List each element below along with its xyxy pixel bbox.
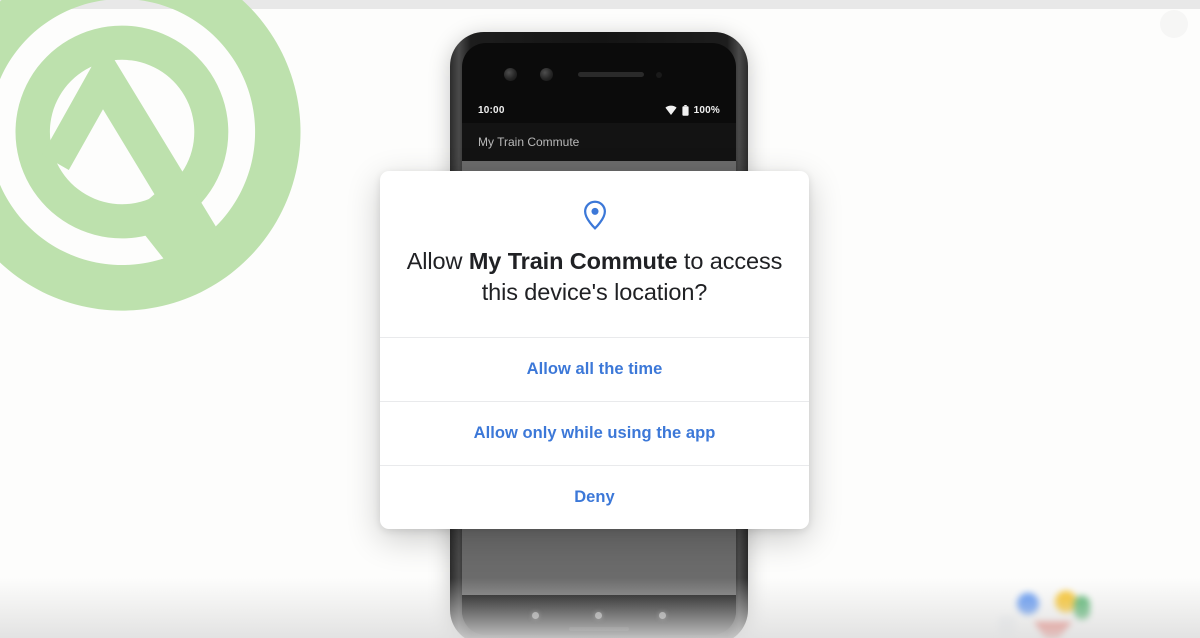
google-logo	[998, 591, 1090, 638]
allow-while-using-app-button[interactable]: Allow only while using the app	[380, 400, 809, 465]
front-camera-icon	[504, 68, 517, 81]
earpiece-speaker-icon	[578, 72, 644, 77]
slide-canvas: 10:00 100% My Train Commute Allow My Tra…	[0, 0, 1200, 638]
corner-watermark-icon	[1160, 10, 1188, 38]
status-bar-time: 10:00	[478, 104, 505, 116]
status-bar-indicators: 100%	[665, 104, 720, 116]
nav-recents-button[interactable]	[658, 611, 666, 619]
android-q-logo	[0, 0, 301, 311]
proximity-sensor-icon	[656, 72, 662, 78]
dialog-title-app-name: My Train Commute	[468, 248, 678, 274]
location-pin-icon	[583, 200, 606, 230]
home-indicator	[569, 627, 629, 631]
nav-back-button[interactable]	[532, 611, 540, 619]
location-permission-dialog: Allow My Train Commute to access this de…	[380, 171, 809, 529]
nav-home-button[interactable]	[595, 611, 603, 619]
dialog-title: Allow My Train Commute to access this de…	[406, 246, 783, 337]
status-bar: 10:00 100%	[462, 99, 736, 121]
battery-percent-label: 100%	[693, 104, 720, 116]
phone-sensor-row	[462, 65, 736, 87]
dialog-actions: Allow all the time Allow only while usin…	[380, 336, 809, 530]
wifi-icon	[665, 105, 677, 115]
navigation-bar	[462, 595, 736, 635]
app-bar: My Train Commute	[462, 123, 736, 161]
allow-all-the-time-button[interactable]: Allow all the time	[380, 336, 809, 401]
dialog-title-prefix: Allow	[406, 248, 469, 274]
battery-icon	[682, 104, 689, 116]
deny-button[interactable]: Deny	[380, 464, 809, 529]
front-camera-secondary-icon	[540, 68, 553, 81]
dialog-header: Allow My Train Commute to access this de…	[380, 171, 809, 337]
app-bar-title: My Train Commute	[478, 135, 580, 149]
